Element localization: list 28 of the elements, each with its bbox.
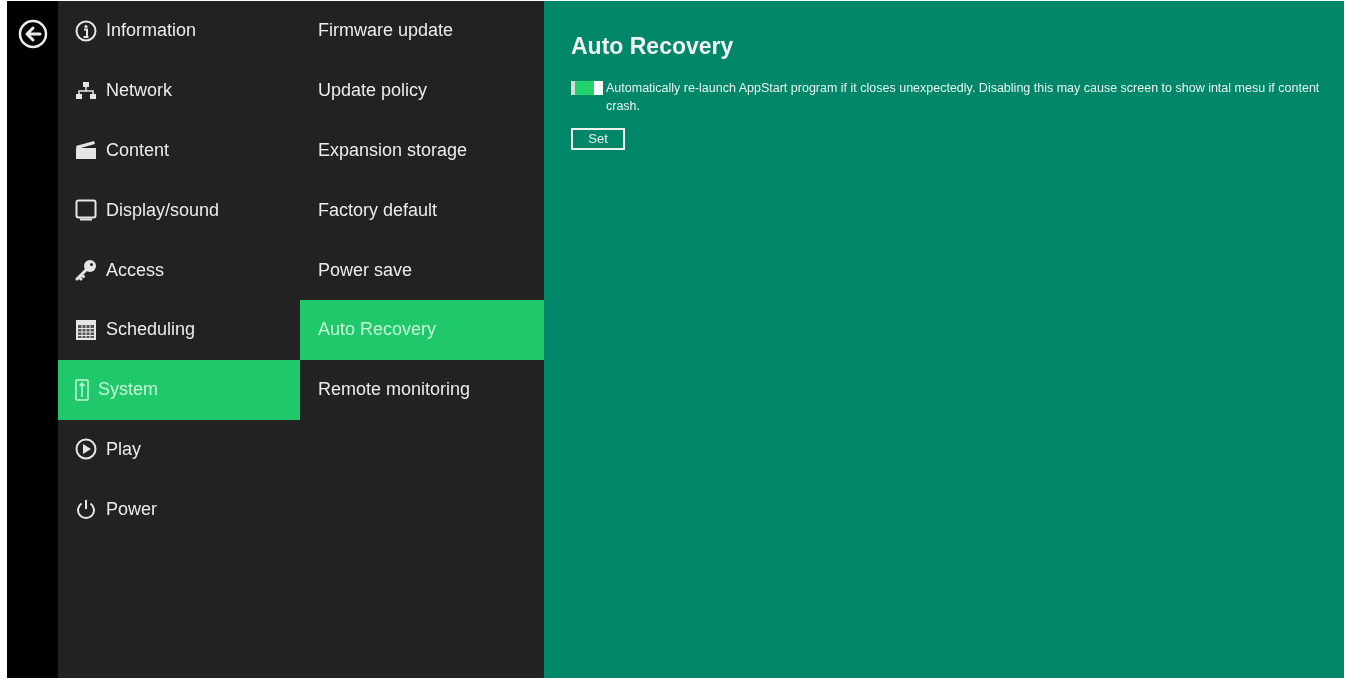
menu-item[interactable]: Information [58, 1, 300, 61]
info-icon [75, 19, 97, 42]
play-icon [75, 438, 97, 461]
toggle-description: Automatically re-launch AppStart program if it closes unexpectedly. Disabling this may cause screen to show intal mesu if content crash. [606, 80, 1321, 115]
submenu-item[interactable]: Update policy [300, 60, 544, 121]
menu-item[interactable]: Display/sound [58, 180, 300, 241]
submenu-item[interactable]: Factory default [300, 180, 544, 241]
monitor-icon [75, 199, 97, 222]
power-icon [75, 498, 97, 521]
page-title: Auto Recovery [571, 32, 735, 61]
key-icon [75, 259, 97, 282]
menu-item[interactable]: Scheduling [58, 300, 300, 360]
back-button[interactable] [16, 18, 49, 50]
menu-item[interactable]: Play [58, 419, 300, 480]
submenu-item[interactable]: Expansion storage [300, 120, 544, 181]
clapperboard-icon [75, 140, 97, 161]
menu-item[interactable]: Access [58, 240, 300, 300]
submenu-item[interactable]: Power save [300, 240, 544, 300]
submenu-item[interactable]: Firmware update [300, 1, 544, 61]
menu-item[interactable]: Power [58, 479, 300, 540]
network-icon [75, 80, 97, 101]
submenu-item[interactable]: Remote monitoring [300, 359, 544, 420]
set-button[interactable]: Set [571, 128, 625, 150]
arrow-up-box-icon [75, 378, 89, 401]
toggle-switch[interactable] [571, 81, 603, 95]
calendar-icon [75, 318, 97, 341]
menu-item[interactable]: Network [58, 60, 300, 121]
menu-item[interactable]: Content [58, 120, 300, 181]
